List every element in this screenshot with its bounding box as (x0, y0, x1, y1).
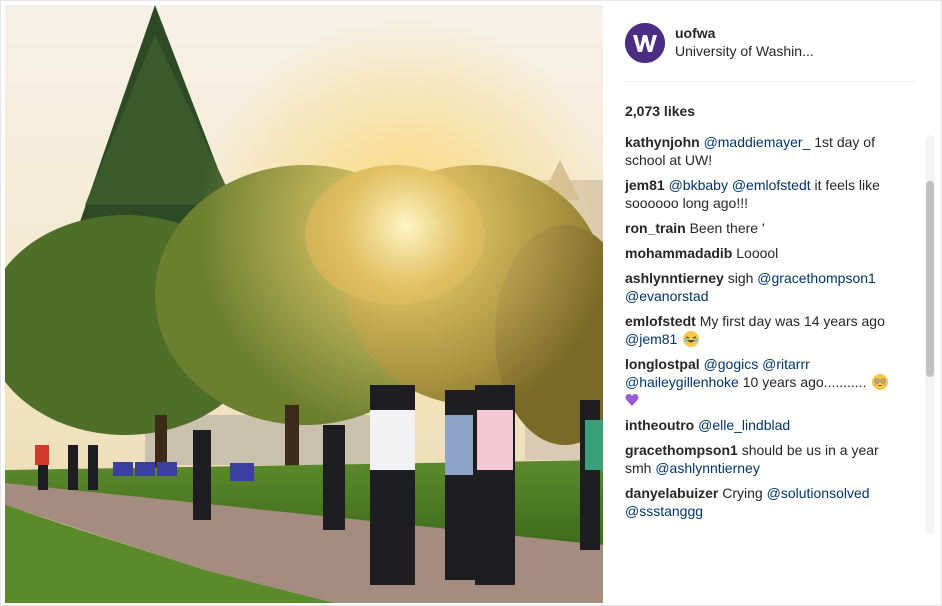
comments-list: kathynjohn @maddiemayer_ 1st day of scho… (625, 133, 905, 533)
comment-text: 10 years ago........... (738, 374, 871, 390)
mention-link[interactable]: @evanorstad (625, 288, 708, 304)
mention-link[interactable]: @gracethompson1 (757, 270, 876, 286)
post-photo[interactable] (5, 5, 603, 603)
comment-item: ron_train Been there ' (625, 219, 905, 237)
comments-scrollbar[interactable] (925, 135, 935, 535)
likes-count[interactable]: 2,073 likes (625, 103, 695, 119)
comment-username[interactable]: ashlynntierney (625, 270, 724, 286)
comment-username[interactable]: gracethompson1 (625, 442, 738, 458)
mention-link[interactable]: @emlofstedt (732, 177, 811, 193)
comment-item: gracethompson1 should be us in a year sm… (625, 441, 905, 477)
header-divider (625, 81, 915, 82)
comment-item: jem81 @bkbaby @emlofstedt it feels like … (625, 176, 905, 212)
post-card: uofwa University of Washin... 2,073 like… (0, 0, 942, 606)
uw-logo-icon (625, 23, 665, 63)
comment-item: longlostpal @gogics @ritarrr @haileygill… (625, 355, 905, 409)
purple-heart-icon (625, 393, 639, 407)
comment-text: Been there ' (689, 220, 765, 236)
comment-text (677, 331, 681, 347)
comment-username[interactable]: ron_train (625, 220, 686, 236)
comment-item: ashlynntierney sigh @gracethompson1 @eva… (625, 269, 905, 305)
comment-item: emlofstedt My first day was 14 years ago… (625, 312, 905, 348)
mention-link[interactable]: @bkbaby (669, 177, 728, 193)
comment-text: My first day was 14 years ago (699, 313, 885, 329)
mention-link[interactable]: @ssstanggg (625, 503, 703, 519)
comment-username[interactable]: longlostpal (625, 356, 700, 372)
comment-username[interactable]: kathynjohn (625, 134, 700, 150)
author-full-name: University of Washin... (675, 43, 814, 59)
post-sidebar: uofwa University of Washin... 2,073 like… (607, 1, 941, 605)
comment-text: sigh (727, 270, 758, 286)
mention-link[interactable]: @solutionsolved (767, 485, 870, 501)
flushed-icon (872, 374, 889, 390)
mention-link[interactable]: @gogics (704, 356, 759, 372)
laughing-icon (683, 331, 700, 347)
comment-item: kathynjohn @maddiemayer_ 1st day of scho… (625, 133, 905, 169)
comment-item: intheoutro @elle_lindblad (625, 416, 905, 434)
comment-username[interactable]: intheoutro (625, 417, 694, 433)
comment-text: Crying (722, 485, 767, 501)
post-header: uofwa University of Washin... (625, 21, 915, 65)
mention-link[interactable]: @maddiemayer_ (704, 134, 811, 150)
mention-link[interactable]: @ritarrr (762, 356, 810, 372)
mention-link[interactable]: @haileygillenhoke (625, 374, 739, 390)
comment-username[interactable]: mohammadadib (625, 245, 732, 261)
comment-username[interactable]: emlofstedt (625, 313, 696, 329)
comment-username[interactable]: jem81 (625, 177, 665, 193)
comment-item: danyelabuizer Crying @solutionsolved @ss… (625, 484, 905, 520)
comment-item: mohammadadib Looool (625, 244, 905, 262)
mention-link[interactable]: @jem81 (625, 331, 677, 347)
mention-link[interactable]: @ashlynntierney (655, 460, 760, 476)
comment-username[interactable]: danyelabuizer (625, 485, 718, 501)
campus-photo-illustration (5, 5, 603, 603)
comment-text: Looool (736, 245, 779, 261)
mention-link[interactable]: @elle_lindblad (698, 417, 790, 433)
author-username[interactable]: uofwa (675, 25, 715, 41)
avatar[interactable] (625, 23, 665, 63)
scrollbar-thumb[interactable] (926, 181, 934, 377)
